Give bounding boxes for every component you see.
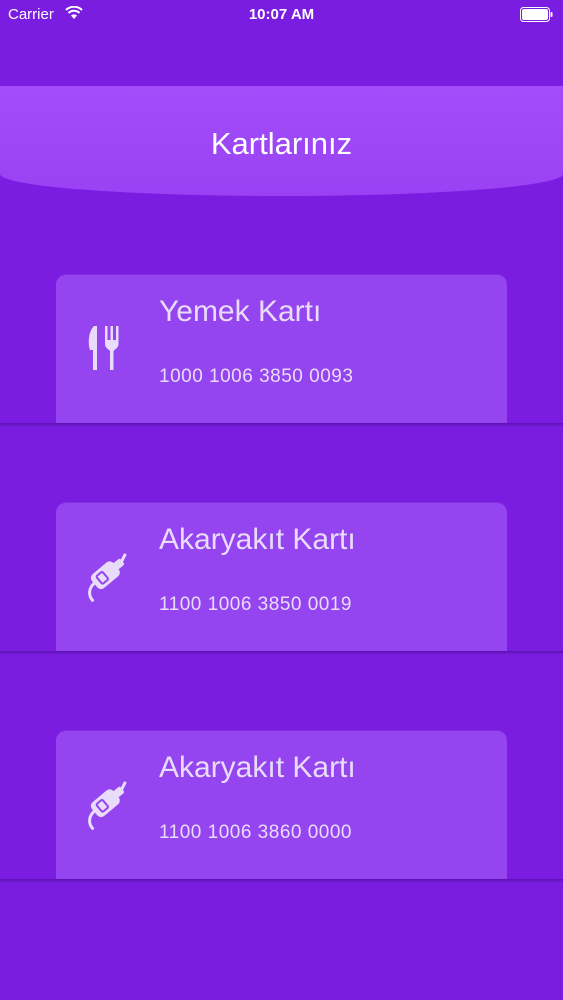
fuel-nozzle-icon xyxy=(88,553,127,602)
card-yemek[interactable]: Yemek Kartı 1000 1006 3850 0093 xyxy=(56,275,507,423)
card-title: Yemek Kartı xyxy=(159,295,322,328)
shelf-divider xyxy=(0,879,563,883)
battery-icon xyxy=(520,7,553,22)
fork-knife-icon xyxy=(88,326,119,370)
card-number: 1000 1006 3850 0093 xyxy=(159,366,354,387)
card-akaryakit-1[interactable]: Akaryakıt Kartı 1100 1006 3850 0019 xyxy=(56,503,507,651)
status-bar: Carrier 10:07 AM xyxy=(0,0,563,30)
page-title: Kartlarınız xyxy=(210,126,353,161)
card-number: 1100 1006 3860 0000 xyxy=(159,822,352,843)
card-akaryakit-2[interactable]: Akaryakıt Kartı 1100 1006 3860 0000 xyxy=(56,731,507,879)
card-title: Akaryakıt Kartı xyxy=(159,523,356,556)
header: Kartlarınız xyxy=(0,86,563,196)
shelf-divider xyxy=(0,423,563,427)
shelf-divider xyxy=(0,651,563,655)
card-title: Akaryakıt Kartı xyxy=(159,751,356,784)
fuel-nozzle-icon xyxy=(88,781,127,830)
card-number: 1100 1006 3850 0019 xyxy=(159,594,352,615)
status-time: 10:07 AM xyxy=(248,6,315,23)
